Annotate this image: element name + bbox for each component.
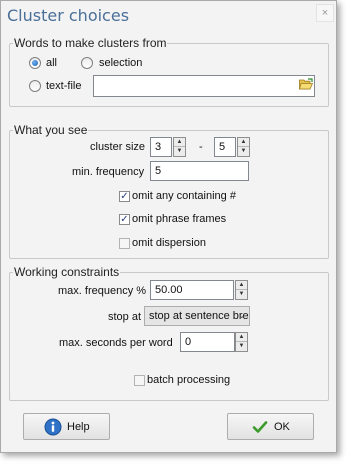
ok-button-label: OK (274, 421, 290, 433)
batch-processing-checkbox[interactable] (134, 375, 145, 386)
folder-open-icon[interactable] (299, 78, 313, 90)
radio-all[interactable] (29, 57, 41, 69)
spin-up-icon[interactable]: ▲ (236, 281, 247, 290)
working-constraints-title: Working constraints (13, 265, 121, 279)
cluster-size-min-input[interactable]: 3 (150, 137, 172, 157)
omit-dispersion-label: omit dispersion (132, 237, 206, 249)
radio-textfile-label: text-file (46, 80, 82, 92)
cluster-size-dash: - (199, 141, 203, 153)
radio-selection[interactable] (81, 57, 93, 69)
spin-up-icon[interactable]: ▲ (174, 138, 185, 147)
min-frequency-label: min. frequency (72, 166, 145, 178)
omit-hash-label: omit any containing # (132, 190, 236, 202)
stop-at-label: stop at (108, 311, 142, 323)
max-seconds-input[interactable]: 0 (180, 332, 235, 352)
omit-hash-checkbox[interactable]: ✓ (119, 191, 130, 202)
max-seconds-label: max. seconds per word (59, 337, 173, 349)
cluster-size-min-spinner[interactable]: ▲ ▼ (173, 137, 186, 157)
close-button[interactable]: × (316, 4, 334, 22)
spin-down-icon[interactable]: ▼ (174, 147, 185, 156)
dialog-title: Cluster choices (7, 6, 130, 25)
spin-down-icon[interactable]: ▼ (238, 147, 249, 156)
ok-button[interactable]: OK (227, 413, 314, 440)
radio-selection-label: selection (99, 57, 143, 69)
stop-at-select[interactable]: stop at sentence break ⌄ (144, 306, 250, 326)
spin-up-icon[interactable]: ▲ (236, 333, 247, 342)
max-seconds-spinner[interactable]: ▲ ▼ (235, 332, 248, 352)
spin-up-icon[interactable]: ▲ (238, 138, 249, 147)
words-group-title: Words to make clusters from (13, 36, 168, 50)
max-frequency-label: max. frequency % (58, 285, 147, 297)
radio-all-label: all (46, 57, 58, 69)
radio-textfile[interactable] (29, 80, 41, 92)
batch-processing-label: batch processing (147, 374, 231, 386)
help-button[interactable]: Help (23, 413, 110, 440)
what-you-see-title: What you see (13, 123, 89, 137)
cluster-size-max-spinner[interactable]: ▲ ▼ (237, 137, 250, 157)
spin-down-icon[interactable]: ▼ (236, 342, 247, 351)
omit-dispersion-checkbox[interactable] (119, 238, 130, 249)
cluster-choices-dialog: Cluster choices × Words to make clusters… (0, 0, 337, 453)
stop-at-value: stop at sentence break (149, 310, 250, 322)
max-frequency-spinner[interactable]: ▲ ▼ (235, 280, 248, 300)
min-frequency-input[interactable]: 5 (150, 161, 249, 181)
omit-frames-checkbox[interactable]: ✓ (119, 214, 130, 225)
omit-frames-label: omit phrase frames (132, 213, 227, 225)
textfile-input[interactable] (93, 75, 315, 97)
info-icon (44, 418, 62, 436)
chevron-down-icon: ⌄ (237, 310, 246, 321)
cluster-size-label: cluster size (90, 141, 146, 153)
close-icon: × (321, 7, 329, 19)
spin-down-icon[interactable]: ▼ (236, 290, 247, 299)
checkmark-icon (252, 421, 268, 433)
cluster-size-max-input[interactable]: 5 (214, 137, 236, 157)
help-button-label: Help (67, 421, 90, 433)
max-frequency-input[interactable]: 50.00 (150, 280, 234, 300)
